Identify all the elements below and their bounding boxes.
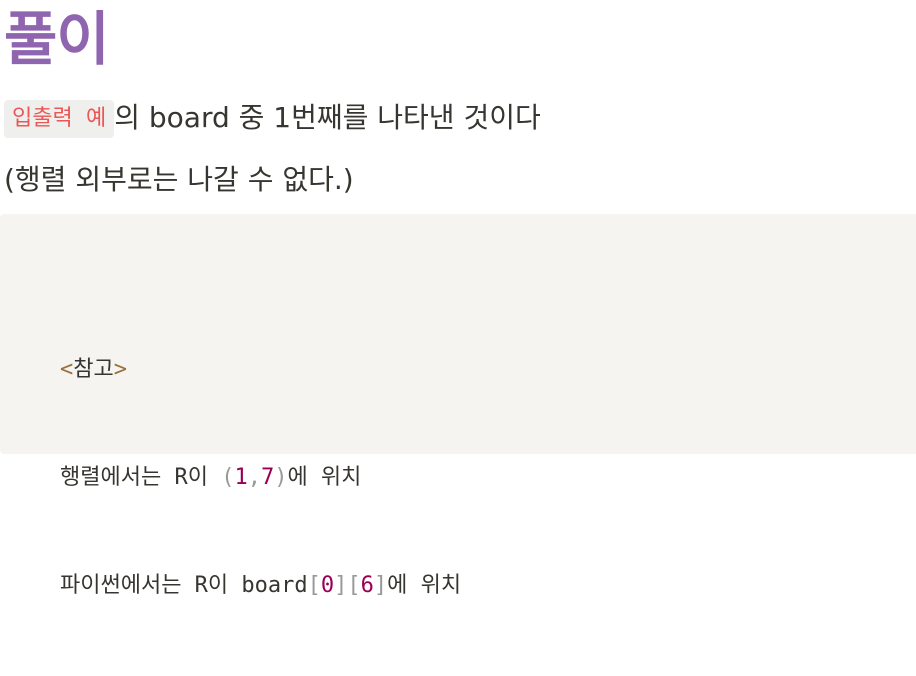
code-token-text: 파이썬에서는 R이 board [60,573,308,598]
inline-code-io-example: 입출력 예 [4,100,115,138]
code-line-note: <참고> [60,352,461,388]
page-heading: 풀이 [4,5,110,73]
code-line-python-position: 파이썬에서는 R이 board[0][6]에 위치 [60,568,461,604]
code-content: <참고> 행렬에서는 R이 (1,7)에 위치 파이썬에서는 R이 board[… [60,280,461,676]
code-token-open-angle: < [60,357,74,382]
code-block: <참고> 행렬에서는 R이 (1,7)에 위치 파이썬에서는 R이 board[… [0,214,916,598]
code-token-text: 에 위치 [287,465,362,490]
code-token-open-bracket: [ [307,573,321,598]
code-token-close-paren: ) [274,465,288,490]
code-token-open-paren: ( [221,465,235,490]
code-token-text: 행렬에서는 R이 [60,465,222,490]
code-token-close-bracket: ] [373,573,388,598]
code-token-number: 7 [260,465,275,490]
code-token-comma: , [247,465,261,490]
paragraph-board-description: 입출력 예의 board 중 1번째를 나타낸 것이다 [4,98,541,138]
code-token-text: 에 위치 [387,573,462,598]
paragraph-boundary-note: (행렬 외부로는 나갈 수 없다.) [4,163,354,196]
code-token-text: 참고 [73,357,114,382]
code-token-number: 1 [234,465,248,490]
code-token-number: 6 [360,573,374,598]
code-token-close-angle: > [113,357,127,382]
code-token-number: 0 [320,573,335,598]
code-token-open-bracket: [ [347,573,361,598]
code-line-matrix-position: 행렬에서는 R이 (1,7)에 위치 [60,460,461,496]
paragraph-text: 의 board 중 1번째를 나타낸 것이다 [114,101,541,134]
code-token-close-bracket: ] [334,573,348,598]
